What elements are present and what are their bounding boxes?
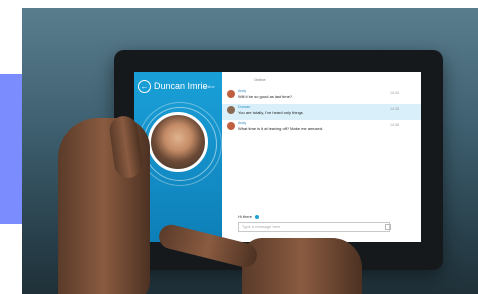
message-time: 14:34 [390, 91, 399, 95]
message-input[interactable]: Type a message here [238, 222, 391, 232]
typing-label: Hi there [238, 214, 253, 219]
accent-panel [0, 74, 22, 224]
message-input-placeholder: Type a message here [242, 224, 281, 229]
message-text: You are totally, I've heard only things [238, 110, 303, 115]
message-time: 14:36 [390, 123, 399, 127]
tablet-screen: ← Duncan Imrie online Online Andy Will i… [134, 72, 421, 242]
contact-status: online [204, 84, 215, 89]
typing-dot-icon [255, 214, 260, 219]
contact-name: Duncan Imrie [154, 81, 208, 91]
photo-background: ← Duncan Imrie online Online Andy Will i… [22, 8, 478, 294]
typing-indicator: Hi there [238, 214, 260, 219]
message-sender: Andy [238, 121, 247, 125]
chat-day-label: Online [254, 77, 266, 82]
send-icon[interactable] [385, 224, 391, 230]
avatar-icon [227, 106, 235, 114]
right-hand [242, 238, 362, 294]
message-sender: Andy [238, 89, 247, 93]
avatar-icon [227, 90, 235, 98]
message-time: 14:35 [390, 107, 399, 111]
contact-avatar[interactable] [148, 112, 208, 172]
back-arrow-icon[interactable]: ← [138, 80, 151, 93]
message-sender: Duncan [238, 105, 251, 109]
message-text: Will it be so good as last time? [238, 94, 293, 99]
avatar-icon [227, 122, 235, 130]
chat-pane: Online Andy Will it be so good as last t… [222, 72, 421, 242]
message-row[interactable]: Andy Will it be so good as last time? 14… [222, 88, 421, 104]
message-text: What time is it at leaving off? Make me … [238, 126, 324, 131]
message-row[interactable]: Duncan You are totally, I've heard only … [222, 104, 421, 120]
message-row[interactable]: Andy What time is it at leaving off? Mak… [222, 120, 421, 136]
